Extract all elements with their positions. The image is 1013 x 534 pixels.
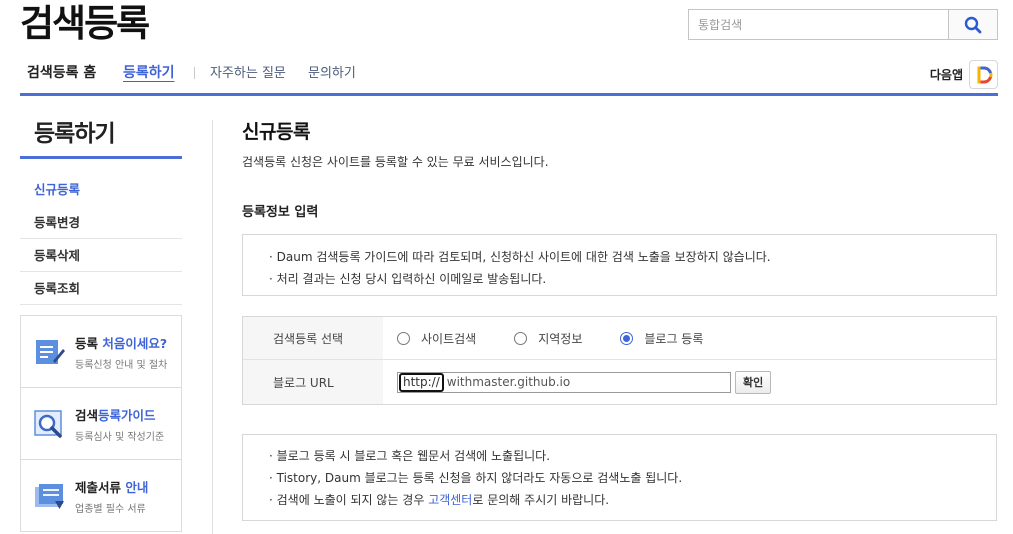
promo-box: 등록 처음이세요? 등록신청 안내 및 절차 검색등록가이드 등록심사 및 작성… [20,315,182,532]
notice-line: · 처리 결과는 신청 당시 입력하신 이메일로 발송됩니다. [269,272,547,286]
form-row-url: 블로그 URL http:// 확인 [243,360,996,404]
search-button[interactable] [948,10,997,39]
nav-faq[interactable]: 자주하는 질문 [210,64,286,84]
promo-desc: 등록신청 안내 및 절차 [75,359,168,371]
radio-button[interactable] [397,331,410,345]
promo-desc: 업종별 필수 서류 [75,504,146,515]
confirm-button[interactable]: 확인 [735,370,772,394]
promo-desc: 등록심사 및 작성기준 [75,431,165,443]
registration-form: 검색등록 선택 사이트검색 지역정보 블로그 등록 블로그 URL http:/… [242,316,997,405]
radio-button-selected[interactable] [620,331,634,345]
promo-title: 등록 처음이세요? [75,335,168,351]
radio-group: 사이트검색 지역정보 블로그 등록 [383,317,996,359]
blog-url-input[interactable] [443,373,729,391]
url-field: http:// [397,371,731,393]
nav-register[interactable]: 등록하기 [123,63,175,83]
notice-box: · Daum 검색등록 가이드에 따라 검토되며, 신청하신 사이트에 대한 검… [242,234,997,296]
daum-app-icon [969,60,998,89]
info-line: · 블로그 등록 시 블로그 혹은 웹문서 검색에 노출됩니다. [269,449,551,463]
nav-divider [194,67,195,79]
page-description: 검색등록 신청은 사이트를 등록할 수 있는 무료 서비스입니다. [242,155,549,169]
form-label-type: 검색등록 선택 [243,317,383,359]
radio-local-info[interactable]: 지역정보 [514,330,582,347]
nav-inquiry[interactable]: 문의하기 [308,64,356,84]
page-title: 신규등록 [242,121,310,143]
radio-site-search[interactable]: 사이트검색 [397,330,476,347]
nav-home[interactable]: 검색등록 홈 [27,63,96,83]
promo-first-time[interactable]: 등록 처음이세요? 등록신청 안내 및 절차 [21,316,181,388]
main-content: 신규등록 검색등록 신청은 사이트를 등록할 수 있는 무료 서비스입니다. 등… [242,120,998,521]
daum-app-label: 다음앱 [929,68,963,82]
search-box [688,9,998,40]
promo-title: 제출서류 안내 [75,480,149,495]
column-divider [212,120,213,534]
global-nav: 검색등록 홈 등록하기 자주하는 질문 문의하기 다음앱 [20,58,998,96]
form-edit-icon [36,339,65,364]
sidebar-item-new[interactable]: 신규등록 [20,173,182,206]
section-title: 등록정보 입력 [242,205,319,220]
sidebar-item-lookup[interactable]: 등록조회 [20,272,182,305]
sidebar-item-change[interactable]: 등록변경 [20,206,182,239]
sidebar-item-delete[interactable]: 등록삭제 [20,239,182,272]
info-line: · Tistory, Daum 블로그는 등록 신청을 하지 않더라도 자동으로… [269,471,683,485]
radio-blog-register[interactable]: 블로그 등록 [620,330,703,347]
promo-documents[interactable]: 제출서류 안내 업종별 필수 서류 [21,460,181,532]
url-prefix: http:// [399,372,444,392]
sidebar: 등록하기 신규등록 등록변경 등록삭제 등록조회 [20,120,182,305]
magnifier-icon [34,409,62,438]
notice-line: · Daum 검색등록 가이드에 따라 검토되며, 신청하신 사이트에 대한 검… [269,250,771,264]
sidebar-menu: 신규등록 등록변경 등록삭제 등록조회 [20,173,182,305]
info-line: · 검색에 노출이 되지 않는 경우 고객센터로 문의해 주시기 바랍니다. [269,493,610,507]
form-label-url: 블로그 URL [243,360,383,404]
daum-app-link[interactable]: 다음앱 [930,60,998,89]
search-icon [964,16,982,33]
form-row-type: 검색등록 선택 사이트검색 지역정보 블로그 등록 [243,317,996,360]
info-box: · 블로그 등록 시 블로그 혹은 웹문서 검색에 노출됩니다. · Tisto… [242,434,997,521]
documents-icon [35,484,64,509]
search-input[interactable] [689,10,948,39]
promo-guide[interactable]: 검색등록가이드 등록심사 및 작성기준 [21,388,181,460]
customer-center-link[interactable]: 고객센터 [428,493,472,507]
promo-title: 검색등록가이드 [75,407,156,423]
sidebar-title: 등록하기 [20,120,182,159]
site-logo[interactable]: 검색등록 [20,2,150,46]
radio-button[interactable] [514,331,528,345]
